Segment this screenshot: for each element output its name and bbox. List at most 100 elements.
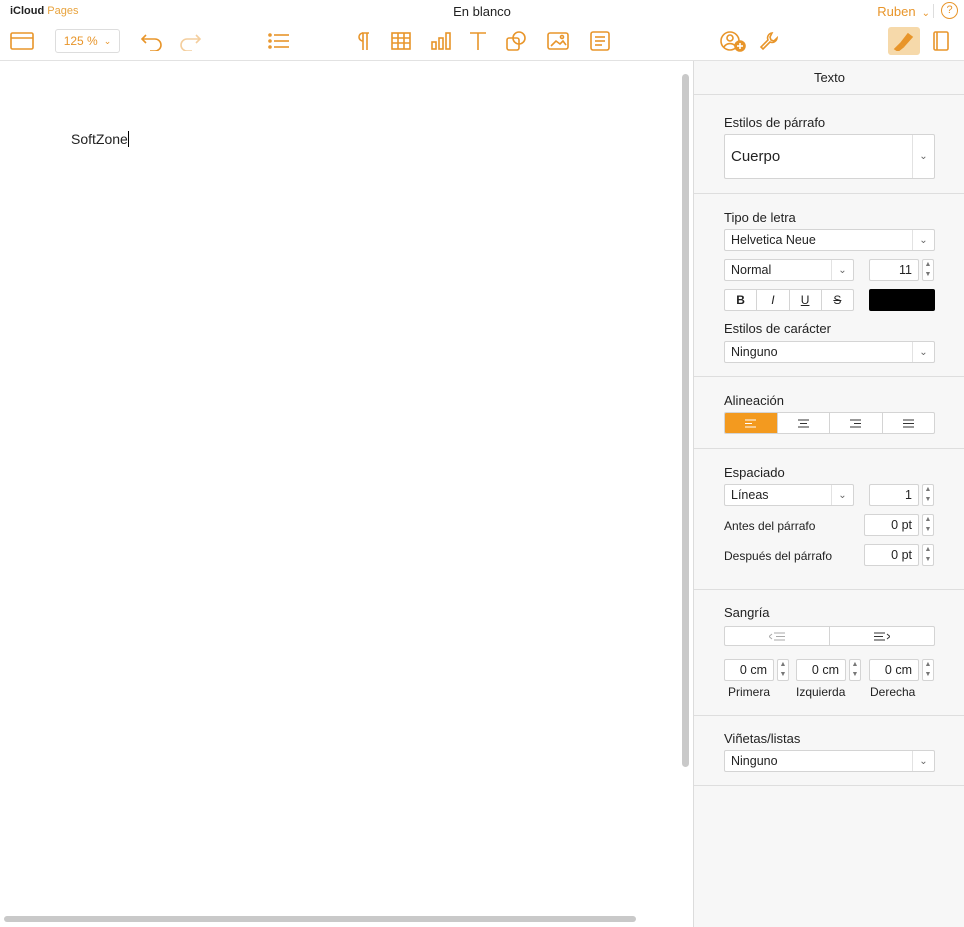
insert-table-button[interactable] <box>387 28 415 54</box>
chevron-down-icon: ⌄ <box>912 230 934 250</box>
image-icon <box>547 32 569 50</box>
underline-button[interactable]: U <box>790 290 822 310</box>
space-before-field[interactable]: 0 pt <box>864 514 919 536</box>
collaborate-icon <box>720 31 746 52</box>
user-name: Ruben <box>877 4 916 19</box>
comment-icon <box>590 31 610 51</box>
chevron-up-icon[interactable]: ▲ <box>923 545 933 555</box>
insert-paragraph-button[interactable] <box>348 28 376 54</box>
increase-indent-button[interactable] <box>830 627 934 645</box>
font-family-select[interactable]: Helvetica Neue ⌄ <box>724 229 935 251</box>
chevron-up-icon[interactable]: ▲ <box>778 660 788 670</box>
align-left-button[interactable] <box>725 413 778 433</box>
bullets-label: Viñetas/listas <box>724 731 801 746</box>
space-before-label: Antes del párrafo <box>724 519 816 533</box>
vertical-scrollbar[interactable] <box>682 74 689 767</box>
space-before-stepper[interactable]: ▲ ▼ <box>922 514 934 536</box>
justify-button[interactable] <box>883 413 935 433</box>
alignment-buttons <box>724 412 935 434</box>
document-body[interactable]: SoftZone <box>71 131 129 147</box>
toolbar: 125 % ⌄ <box>0 22 964 60</box>
space-after-stepper[interactable]: ▲ ▼ <box>922 544 934 566</box>
font-size-field[interactable]: 11 <box>869 259 919 281</box>
chevron-down-icon[interactable]: ▼ <box>923 670 933 680</box>
font-style-value: Normal <box>731 263 772 277</box>
bold-button[interactable]: B <box>725 290 758 310</box>
font-size-stepper[interactable]: ▲ ▼ <box>922 259 934 281</box>
chevron-down-icon: ⌄ <box>831 485 853 505</box>
decrease-indent-button[interactable] <box>725 627 830 645</box>
spacing-label: Espaciado <box>724 465 785 480</box>
view-button[interactable] <box>8 28 36 54</box>
line-spacing-field[interactable]: 1 <box>869 484 919 506</box>
first-indent-field[interactable]: 0 cm <box>724 659 774 681</box>
insert-shape-button[interactable] <box>502 28 530 54</box>
insert-media-button[interactable] <box>544 28 572 54</box>
chevron-up-icon[interactable]: ▲ <box>923 515 933 525</box>
text-icon <box>470 32 486 50</box>
bullets-select[interactable]: Ninguno ⌄ <box>724 750 935 772</box>
zoom-select[interactable]: 125 % ⌄ <box>55 29 120 53</box>
chevron-down-icon: ⌄ <box>103 35 112 46</box>
insert-comment-button[interactable] <box>586 28 614 54</box>
chevron-up-icon[interactable]: ▲ <box>923 260 933 270</box>
align-right-button[interactable] <box>830 413 883 433</box>
font-label: Tipo de letra <box>724 210 796 225</box>
chevron-down-icon: ⌄ <box>912 135 934 178</box>
document-canvas[interactable]: SoftZone <box>0 61 693 927</box>
collaborate-button[interactable] <box>718 28 748 54</box>
spacing-mode-value: Líneas <box>731 488 769 502</box>
line-spacing-stepper[interactable]: ▲ ▼ <box>922 484 934 506</box>
chevron-down-icon[interactable]: ▼ <box>923 525 933 535</box>
undo-icon <box>140 34 162 51</box>
chevron-down-icon[interactable]: ▼ <box>923 555 933 565</box>
format-sidebar: Texto Estilos de párrafo Cuerpo ⌄ Tipo d… <box>693 61 964 927</box>
font-style-select[interactable]: Normal ⌄ <box>724 259 854 281</box>
undo-button[interactable] <box>138 28 166 54</box>
italic-button[interactable]: I <box>757 290 790 310</box>
paragraph-style-select[interactable]: Cuerpo ⌄ <box>724 134 935 179</box>
insert-chart-button[interactable] <box>427 28 455 54</box>
divider <box>694 589 964 590</box>
tools-button[interactable] <box>755 28 783 54</box>
list-button[interactable] <box>265 28 293 54</box>
text-cursor <box>127 131 129 147</box>
char-style-select[interactable]: Ninguno ⌄ <box>724 341 935 363</box>
insert-text-button[interactable] <box>465 28 491 54</box>
zoom-value: 125 % <box>63 34 98 48</box>
right-indent-stepper[interactable]: ▲ ▼ <box>922 659 934 681</box>
divider <box>694 376 964 377</box>
left-indent-label: Izquierda <box>796 685 846 699</box>
help-button[interactable]: ? <box>941 2 958 19</box>
chevron-up-icon[interactable]: ▲ <box>850 660 860 670</box>
horizontal-scrollbar[interactable] <box>4 916 636 922</box>
chevron-down-icon[interactable]: ▼ <box>778 670 788 680</box>
chevron-up-icon[interactable]: ▲ <box>923 485 933 495</box>
format-button[interactable] <box>888 27 920 55</box>
spacing-mode-select[interactable]: Líneas ⌄ <box>724 484 854 506</box>
user-menu[interactable]: Ruben ⌄ <box>877 4 930 19</box>
first-indent-stepper[interactable]: ▲ ▼ <box>777 659 789 681</box>
title-bar: iCloud Pages En blanco Ruben ⌄ ? <box>0 0 964 22</box>
right-indent-field[interactable]: 0 cm <box>869 659 919 681</box>
text-color-swatch[interactable] <box>869 289 935 311</box>
left-indent-field[interactable]: 0 cm <box>796 659 846 681</box>
char-style-value: Ninguno <box>731 345 778 359</box>
space-after-field[interactable]: 0 pt <box>864 544 919 566</box>
chevron-down-icon[interactable]: ▼ <box>923 270 933 280</box>
left-indent-stepper[interactable]: ▲ ▼ <box>849 659 861 681</box>
document-text: SoftZone <box>71 131 128 147</box>
document-setup-button[interactable] <box>927 28 955 54</box>
text-format-buttons: B I U S <box>724 289 854 311</box>
strikethrough-button[interactable]: S <box>822 290 853 310</box>
chevron-down-icon: ⌄ <box>912 342 934 362</box>
chevron-down-icon[interactable]: ▼ <box>923 495 933 505</box>
redo-button[interactable] <box>176 28 204 54</box>
align-center-button[interactable] <box>778 413 830 433</box>
tab-texto[interactable]: Texto <box>694 61 964 94</box>
first-indent-label: Primera <box>728 685 771 699</box>
chevron-down-icon[interactable]: ▼ <box>850 670 860 680</box>
chevron-up-icon[interactable]: ▲ <box>923 660 933 670</box>
divider <box>694 785 964 786</box>
align-center-icon <box>797 419 809 427</box>
